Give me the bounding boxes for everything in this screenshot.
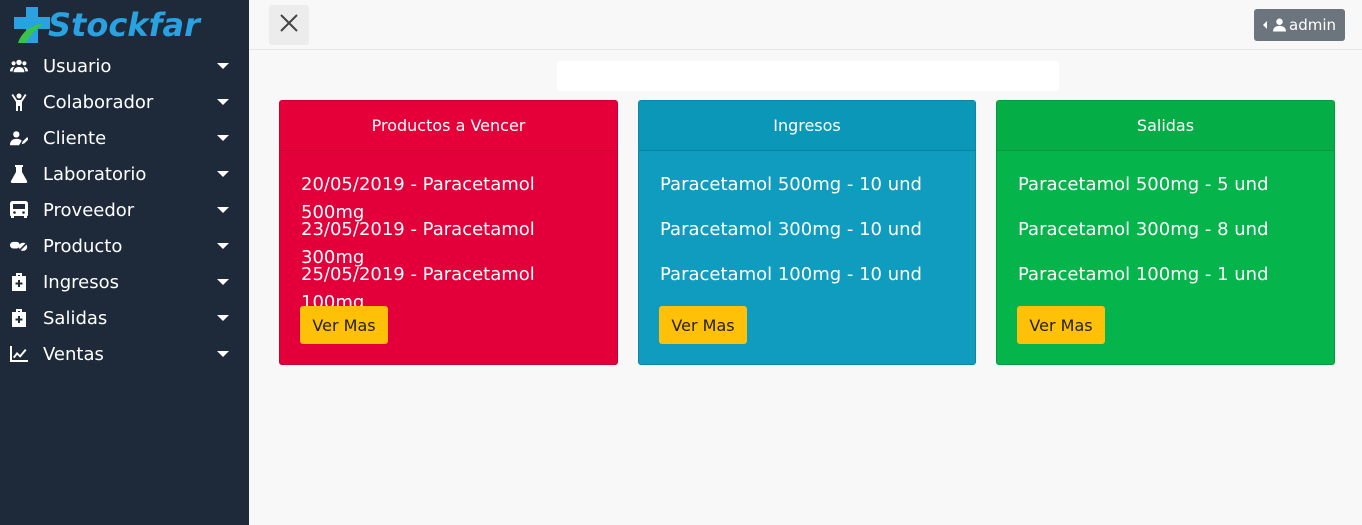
logo-cross-icon <box>12 5 54 45</box>
card-body: 20/05/2019 - Paracetamol 500mg 23/05/201… <box>280 151 617 313</box>
card-title: Salidas <box>997 101 1334 151</box>
sidebar-item-label: Salidas <box>43 307 108 329</box>
card-body: Paracetamol 500mg - 10 und Paracetamol 3… <box>639 151 975 306</box>
caret-down-icon <box>217 63 229 69</box>
caret-down-icon <box>217 315 229 321</box>
salidas-card: Salidas Paracetamol 500mg - 5 und Parace… <box>996 100 1335 365</box>
list-item: Paracetamol 100mg - 10 und <box>660 264 922 285</box>
briefcase-medical-icon <box>8 273 30 291</box>
sidebar-item-ingresos[interactable]: Ingresos <box>0 264 249 300</box>
sidebar-menu: Usuario Colaborador Cliente Laboratorio <box>0 48 249 372</box>
productos-vencer-card: Productos a Vencer 20/05/2019 - Paraceta… <box>279 100 618 365</box>
list-item: Paracetamol 100mg - 1 und <box>1018 264 1269 285</box>
ver-mas-button[interactable]: Ver Mas <box>300 306 388 344</box>
list-item: 25/05/2019 - Paracetamol 100mg <box>301 264 535 313</box>
list-item: Paracetamol 300mg - 10 und <box>660 219 922 240</box>
card-title: Productos a Vencer <box>280 101 617 151</box>
user-name: admin <box>1289 16 1336 34</box>
caret-down-icon <box>217 207 229 213</box>
flask-icon <box>8 165 30 183</box>
sidebar-item-label: Laboratorio <box>43 163 147 185</box>
sidebar-item-producto[interactable]: Producto <box>0 228 249 264</box>
logo-text: Stockfar <box>48 6 200 44</box>
list-item: Paracetamol 300mg - 8 und <box>1018 219 1269 240</box>
ingresos-card: Ingresos Paracetamol 500mg - 10 und Para… <box>638 100 976 365</box>
sidebar-item-cliente[interactable]: Cliente <box>0 120 249 156</box>
sidebar-item-label: Usuario <box>43 55 112 77</box>
sidebar: Stockfar Usuario Colaborador Cliente Lab… <box>0 0 249 525</box>
list-item: 23/05/2019 - Paracetamol 300mg <box>301 219 535 268</box>
sidebar-item-label: Ventas <box>43 343 104 365</box>
user-menu-button[interactable]: admin <box>1254 9 1345 41</box>
sidebar-item-label: Cliente <box>43 127 107 149</box>
caret-down-icon <box>217 243 229 249</box>
sidebar-item-label: Colaborador <box>43 91 154 113</box>
sidebar-item-laboratorio[interactable]: Laboratorio <box>0 156 249 192</box>
sidebar-item-usuario[interactable]: Usuario <box>0 48 249 84</box>
caret-down-icon <box>217 351 229 357</box>
list-item: Paracetamol 500mg - 5 und <box>1018 174 1269 195</box>
ver-mas-button[interactable]: Ver Mas <box>659 306 747 344</box>
sidebar-item-ventas[interactable]: Ventas <box>0 336 249 372</box>
topbar: admin <box>249 0 1362 50</box>
caret-down-icon <box>217 99 229 105</box>
caret-down-icon <box>217 279 229 285</box>
sidebar-item-label: Producto <box>43 235 123 257</box>
chart-line-icon <box>8 345 30 363</box>
close-icon <box>279 13 299 37</box>
user-edit-icon <box>8 129 30 147</box>
logo[interactable]: Stockfar <box>12 4 200 46</box>
sidebar-item-label: Proveedor <box>43 199 135 221</box>
user-icon <box>1273 18 1286 32</box>
caret-down-icon <box>217 135 229 141</box>
list-item: 20/05/2019 - Paracetamol 500mg <box>301 174 535 223</box>
bus-icon <box>8 201 30 219</box>
sidebar-item-colaborador[interactable]: Colaborador <box>0 84 249 120</box>
list-item: Paracetamol 500mg - 10 und <box>660 174 922 195</box>
caret-left-icon <box>1263 21 1267 29</box>
briefcase-medical-icon <box>8 309 30 327</box>
sidebar-item-salidas[interactable]: Salidas <box>0 300 249 336</box>
ver-mas-button[interactable]: Ver Mas <box>1017 306 1105 344</box>
caret-down-icon <box>217 171 229 177</box>
sidebar-toggle-button[interactable] <box>269 5 309 45</box>
sidebar-item-label: Ingresos <box>43 271 119 293</box>
sidebar-item-proveedor[interactable]: Proveedor <box>0 192 249 228</box>
child-icon <box>8 93 30 111</box>
pills-icon <box>8 237 30 255</box>
card-title: Ingresos <box>639 101 975 151</box>
card-body: Paracetamol 500mg - 5 und Paracetamol 30… <box>997 151 1334 306</box>
search-bar[interactable] <box>557 61 1059 91</box>
users-icon <box>8 57 30 75</box>
